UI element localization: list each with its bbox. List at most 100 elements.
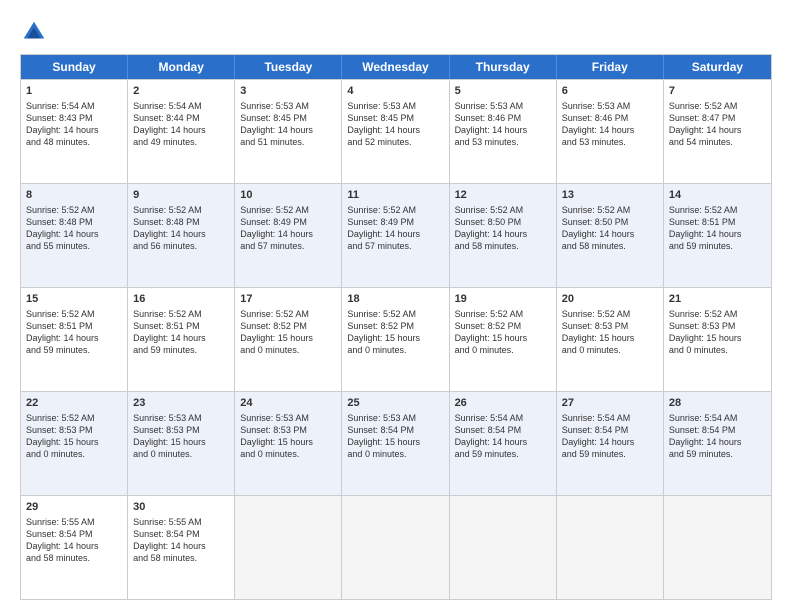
day-info: Sunrise: 5:54 AM Sunset: 8:54 PM Dayligh… bbox=[669, 413, 742, 459]
day-info: Sunrise: 5:52 AM Sunset: 8:50 PM Dayligh… bbox=[562, 205, 635, 251]
day-info: Sunrise: 5:54 AM Sunset: 8:54 PM Dayligh… bbox=[455, 413, 528, 459]
calendar-day-19: 19 Sunrise: 5:52 AM Sunset: 8:52 PM Dayli… bbox=[450, 288, 557, 391]
day-info: Sunrise: 5:55 AM Sunset: 8:54 PM Dayligh… bbox=[26, 517, 99, 563]
day-number: 14 bbox=[669, 188, 766, 203]
logo bbox=[20, 18, 52, 46]
calendar-empty-cell bbox=[664, 496, 771, 599]
calendar-week-1: 1 Sunrise: 5:54 AM Sunset: 8:43 PM Daylig… bbox=[21, 79, 771, 183]
calendar-day-28: 28 Sunrise: 5:54 AM Sunset: 8:54 PM Dayli… bbox=[664, 392, 771, 495]
calendar-header-row: SundayMondayTuesdayWednesdayThursdayFrid… bbox=[21, 55, 771, 79]
day-info: Sunrise: 5:54 AM Sunset: 8:44 PM Dayligh… bbox=[133, 101, 206, 147]
day-info: Sunrise: 5:53 AM Sunset: 8:45 PM Dayligh… bbox=[347, 101, 420, 147]
day-info: Sunrise: 5:54 AM Sunset: 8:54 PM Dayligh… bbox=[562, 413, 635, 459]
day-info: Sunrise: 5:53 AM Sunset: 8:46 PM Dayligh… bbox=[562, 101, 635, 147]
calendar-day-9: 9Sunrise: 5:52 AM Sunset: 8:48 PM Daylig… bbox=[128, 184, 235, 287]
calendar-day-1: 1 Sunrise: 5:54 AM Sunset: 8:43 PM Daylig… bbox=[21, 80, 128, 183]
day-number: 4 bbox=[347, 84, 443, 99]
day-info: Sunrise: 5:52 AM Sunset: 8:48 PM Dayligh… bbox=[133, 205, 206, 251]
day-number: 11 bbox=[347, 188, 443, 203]
day-info: Sunrise: 5:53 AM Sunset: 8:53 PM Dayligh… bbox=[240, 413, 313, 459]
day-number: 27 bbox=[562, 396, 658, 411]
calendar-day-13: 13Sunrise: 5:52 AM Sunset: 8:50 PM Dayli… bbox=[557, 184, 664, 287]
day-info: Sunrise: 5:52 AM Sunset: 8:52 PM Dayligh… bbox=[347, 309, 420, 355]
day-number: 18 bbox=[347, 292, 443, 307]
day-number: 26 bbox=[455, 396, 551, 411]
calendar-day-26: 26 Sunrise: 5:54 AM Sunset: 8:54 PM Dayli… bbox=[450, 392, 557, 495]
calendar-day-14: 14 Sunrise: 5:52 AM Sunset: 8:51 PM Dayli… bbox=[664, 184, 771, 287]
day-info: Sunrise: 5:55 AM Sunset: 8:54 PM Dayligh… bbox=[133, 517, 206, 563]
day-number: 5 bbox=[455, 84, 551, 99]
day-info: Sunrise: 5:53 AM Sunset: 8:46 PM Dayligh… bbox=[455, 101, 528, 147]
day-info: Sunrise: 5:52 AM Sunset: 8:51 PM Dayligh… bbox=[133, 309, 206, 355]
calendar-empty-cell bbox=[450, 496, 557, 599]
day-number: 1 bbox=[26, 84, 122, 99]
day-number: 22 bbox=[26, 396, 122, 411]
day-info: Sunrise: 5:52 AM Sunset: 8:51 PM Dayligh… bbox=[669, 205, 742, 251]
calendar-week-4: 22 Sunrise: 5:52 AM Sunset: 8:53 PM Dayli… bbox=[21, 391, 771, 495]
calendar-day-15: 15 Sunrise: 5:52 AM Sunset: 8:51 PM Dayli… bbox=[21, 288, 128, 391]
calendar-body: 1 Sunrise: 5:54 AM Sunset: 8:43 PM Daylig… bbox=[21, 79, 771, 599]
calendar-empty-cell bbox=[557, 496, 664, 599]
day-info: Sunrise: 5:52 AM Sunset: 8:48 PM Dayligh… bbox=[26, 205, 99, 251]
day-number: 20 bbox=[562, 292, 658, 307]
page: SundayMondayTuesdayWednesdayThursdayFrid… bbox=[0, 0, 792, 612]
calendar-week-2: 8 Sunrise: 5:52 AM Sunset: 8:48 PM Daylig… bbox=[21, 183, 771, 287]
day-info: Sunrise: 5:52 AM Sunset: 8:52 PM Dayligh… bbox=[455, 309, 528, 355]
calendar-day-7: 7Sunrise: 5:52 AM Sunset: 8:47 PM Daylig… bbox=[664, 80, 771, 183]
day-header-sunday: Sunday bbox=[21, 55, 128, 79]
calendar-week-5: 29 Sunrise: 5:55 AM Sunset: 8:54 PM Dayli… bbox=[21, 495, 771, 599]
day-number: 10 bbox=[240, 188, 336, 203]
day-info: Sunrise: 5:52 AM Sunset: 8:50 PM Dayligh… bbox=[455, 205, 528, 251]
day-info: Sunrise: 5:52 AM Sunset: 8:53 PM Dayligh… bbox=[26, 413, 99, 459]
day-info: Sunrise: 5:52 AM Sunset: 8:49 PM Dayligh… bbox=[347, 205, 420, 251]
calendar-day-20: 20Sunrise: 5:52 AM Sunset: 8:53 PM Dayli… bbox=[557, 288, 664, 391]
day-number: 8 bbox=[26, 188, 122, 203]
day-info: Sunrise: 5:53 AM Sunset: 8:45 PM Dayligh… bbox=[240, 101, 313, 147]
day-header-friday: Friday bbox=[557, 55, 664, 79]
calendar-day-12: 12 Sunrise: 5:52 AM Sunset: 8:50 PM Dayli… bbox=[450, 184, 557, 287]
day-number: 29 bbox=[26, 500, 122, 515]
calendar-day-18: 18 Sunrise: 5:52 AM Sunset: 8:52 PM Dayli… bbox=[342, 288, 449, 391]
day-number: 2 bbox=[133, 84, 229, 99]
day-header-thursday: Thursday bbox=[450, 55, 557, 79]
day-number: 17 bbox=[240, 292, 336, 307]
calendar: SundayMondayTuesdayWednesdayThursdayFrid… bbox=[20, 54, 772, 600]
day-info: Sunrise: 5:53 AM Sunset: 8:53 PM Dayligh… bbox=[133, 413, 206, 459]
day-number: 16 bbox=[133, 292, 229, 307]
day-info: Sunrise: 5:52 AM Sunset: 8:49 PM Dayligh… bbox=[240, 205, 313, 251]
day-info: Sunrise: 5:52 AM Sunset: 8:51 PM Dayligh… bbox=[26, 309, 99, 355]
day-number: 28 bbox=[669, 396, 766, 411]
day-number: 25 bbox=[347, 396, 443, 411]
day-header-wednesday: Wednesday bbox=[342, 55, 449, 79]
calendar-day-11: 11 Sunrise: 5:52 AM Sunset: 8:49 PM Dayli… bbox=[342, 184, 449, 287]
day-info: Sunrise: 5:54 AM Sunset: 8:43 PM Dayligh… bbox=[26, 101, 99, 147]
logo-icon bbox=[20, 18, 48, 46]
header bbox=[20, 18, 772, 46]
calendar-day-21: 21Sunrise: 5:52 AM Sunset: 8:53 PM Dayli… bbox=[664, 288, 771, 391]
calendar-day-5: 5 Sunrise: 5:53 AM Sunset: 8:46 PM Daylig… bbox=[450, 80, 557, 183]
calendar-day-6: 6Sunrise: 5:53 AM Sunset: 8:46 PM Daylig… bbox=[557, 80, 664, 183]
day-number: 12 bbox=[455, 188, 551, 203]
day-info: Sunrise: 5:52 AM Sunset: 8:52 PM Dayligh… bbox=[240, 309, 313, 355]
calendar-day-25: 25 Sunrise: 5:53 AM Sunset: 8:54 PM Dayli… bbox=[342, 392, 449, 495]
day-number: 30 bbox=[133, 500, 229, 515]
calendar-day-8: 8 Sunrise: 5:52 AM Sunset: 8:48 PM Daylig… bbox=[21, 184, 128, 287]
day-number: 3 bbox=[240, 84, 336, 99]
calendar-day-17: 17 Sunrise: 5:52 AM Sunset: 8:52 PM Dayli… bbox=[235, 288, 342, 391]
calendar-day-22: 22 Sunrise: 5:52 AM Sunset: 8:53 PM Dayli… bbox=[21, 392, 128, 495]
day-number: 15 bbox=[26, 292, 122, 307]
calendar-day-16: 16 Sunrise: 5:52 AM Sunset: 8:51 PM Dayli… bbox=[128, 288, 235, 391]
calendar-day-3: 3 Sunrise: 5:53 AM Sunset: 8:45 PM Daylig… bbox=[235, 80, 342, 183]
calendar-empty-cell bbox=[235, 496, 342, 599]
day-number: 19 bbox=[455, 292, 551, 307]
calendar-day-23: 23 Sunrise: 5:53 AM Sunset: 8:53 PM Dayli… bbox=[128, 392, 235, 495]
day-info: Sunrise: 5:52 AM Sunset: 8:47 PM Dayligh… bbox=[669, 101, 742, 147]
day-number: 23 bbox=[133, 396, 229, 411]
day-header-saturday: Saturday bbox=[664, 55, 771, 79]
day-header-monday: Monday bbox=[128, 55, 235, 79]
calendar-day-2: 2 Sunrise: 5:54 AM Sunset: 8:44 PM Daylig… bbox=[128, 80, 235, 183]
day-info: Sunrise: 5:52 AM Sunset: 8:53 PM Dayligh… bbox=[669, 309, 742, 355]
calendar-week-3: 15 Sunrise: 5:52 AM Sunset: 8:51 PM Dayli… bbox=[21, 287, 771, 391]
calendar-day-24: 24Sunrise: 5:53 AM Sunset: 8:53 PM Dayli… bbox=[235, 392, 342, 495]
day-info: Sunrise: 5:53 AM Sunset: 8:54 PM Dayligh… bbox=[347, 413, 420, 459]
